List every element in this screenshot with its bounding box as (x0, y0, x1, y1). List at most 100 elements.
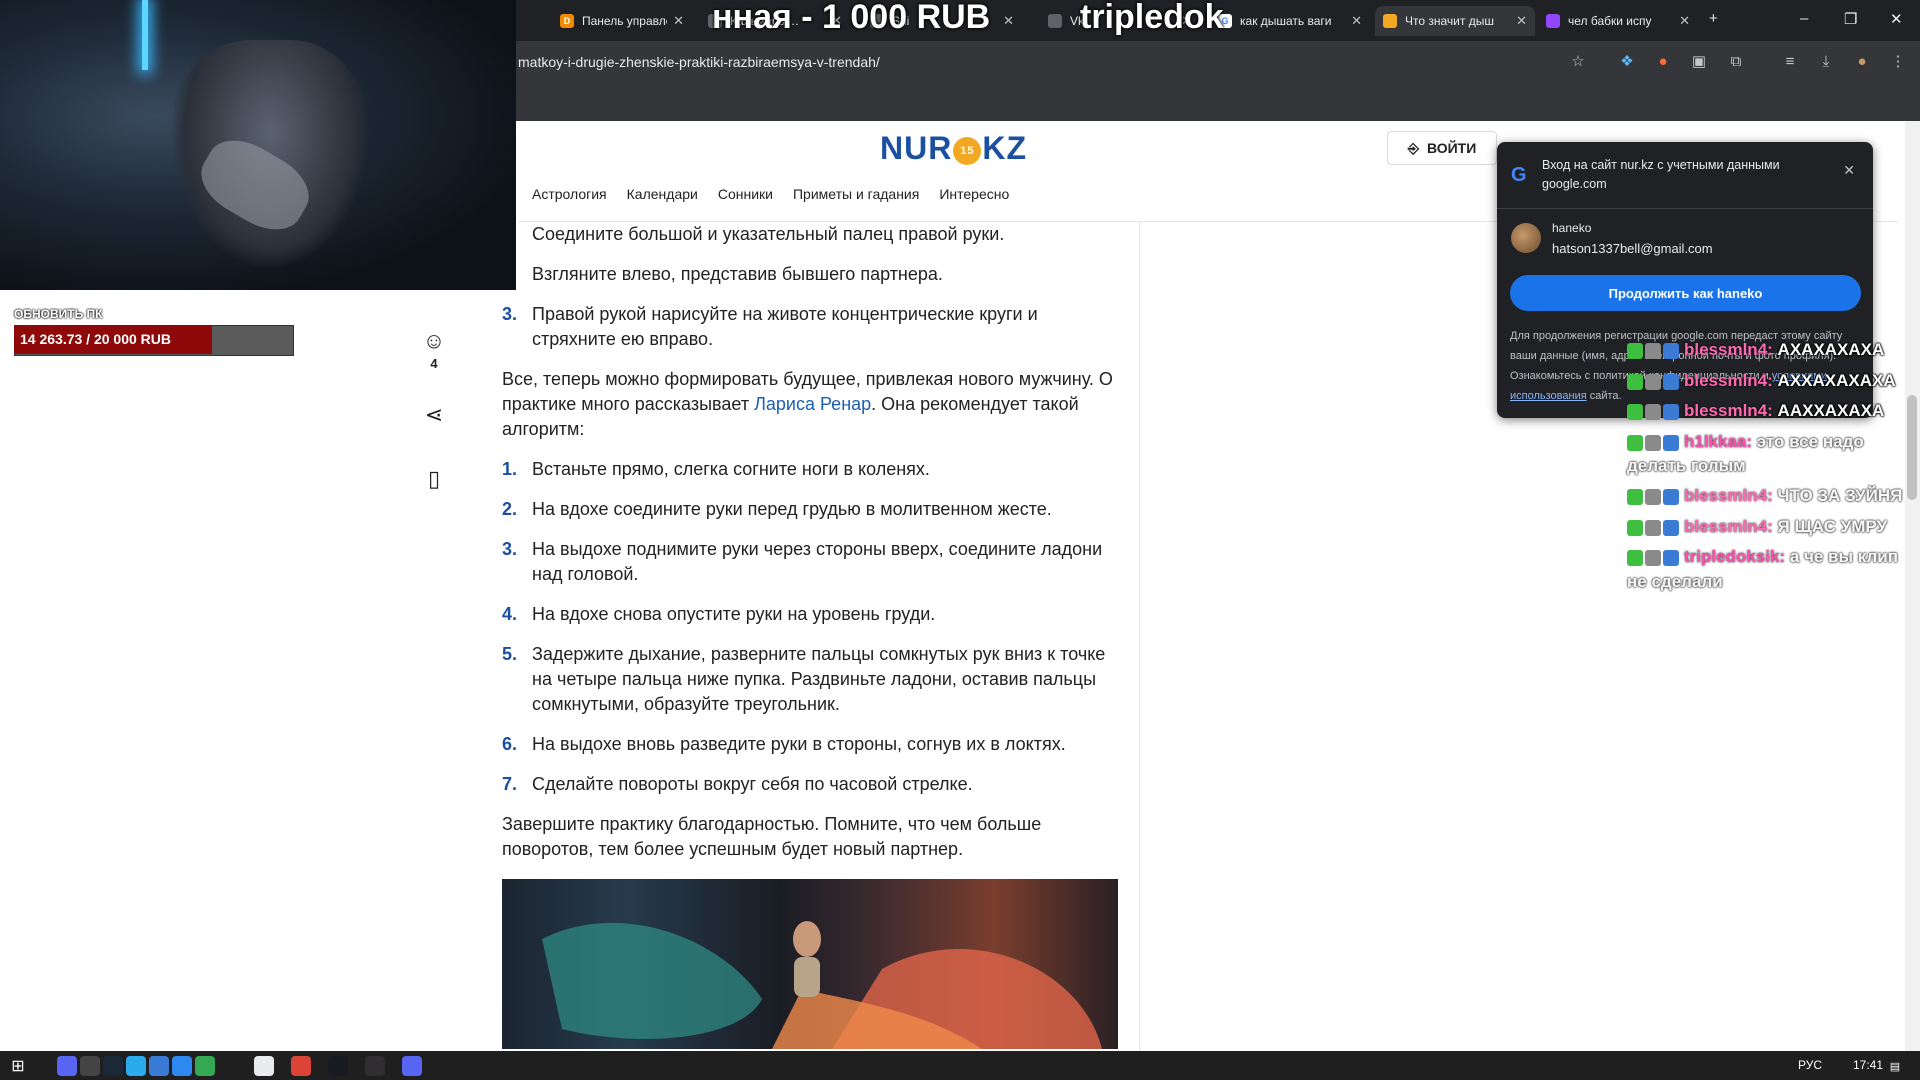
chat-message: blessmln4: Я ЩАС УМРУ (1627, 515, 1920, 540)
share-icon[interactable]: ⋖ (422, 402, 446, 428)
chat-username[interactable]: blessmln4: (1684, 486, 1773, 505)
dancer-illustration (542, 921, 1102, 1049)
close-window-icon[interactable]: ✕ (1890, 10, 1903, 28)
step-text: Сделайте повороты вокруг себя по часовой… (532, 774, 973, 794)
tab-close-icon[interactable]: ✕ (1516, 13, 1527, 29)
badge-icon (1627, 489, 1643, 506)
badge-icon (1627, 373, 1643, 390)
nav-item[interactable]: Приметы и гадания (793, 186, 919, 202)
nav-item[interactable]: Интересно (939, 186, 1009, 202)
nav-item[interactable]: Сонники (718, 186, 773, 202)
emoji-reaction-icon[interactable]: ☺ (422, 328, 446, 354)
step-item: 3. На выдохе поднимите руки через стороны… (502, 537, 1116, 587)
stream-chat: blessmln4: АХАХАХАХА blessmln4: АХХАХАХАХ… (1627, 338, 1920, 600)
site-logo[interactable]: NUR 15 KZ (880, 130, 1027, 167)
list-text: Правой рукой нарисуйте на животе концент… (532, 304, 1038, 349)
chrome-icon[interactable] (195, 1056, 215, 1076)
address-bar[interactable]: matkoy-i-drugie-zhenskie-praktiki-razbir… (518, 54, 880, 70)
extension-1-icon[interactable]: ❖ (1618, 53, 1636, 71)
column-divider (1139, 222, 1140, 1052)
language-indicator[interactable]: РУС (1798, 1058, 1822, 1072)
puzzle-icon[interactable]: ⧉ (1727, 53, 1745, 71)
chat-username[interactable]: tripledoksik: (1684, 547, 1785, 566)
browser-tab[interactable]: чел бабки испу ✕ (1538, 6, 1698, 36)
chat-username[interactable]: blessmln4: (1684, 340, 1773, 359)
bookmark-icon[interactable]: ▯ (422, 466, 446, 492)
close-icon[interactable]: ✕ (1843, 162, 1855, 179)
reaction-count: 4 (430, 356, 438, 371)
download-icon[interactable]: ⤓ (1817, 53, 1835, 71)
discord-active-icon[interactable] (402, 1056, 422, 1076)
alert-overlay-name: tripledok (1080, 0, 1224, 36)
author-link[interactable]: Лариса Ренар (754, 394, 871, 414)
step-item: 4. На вдохе снова опустите руки на уровен… (502, 602, 1116, 627)
user-avatar (1511, 223, 1541, 253)
tab-title: как дышать ваги (1240, 14, 1332, 28)
minimize-icon[interactable]: – (1800, 10, 1808, 27)
step-number: 4. (502, 604, 518, 624)
tab-close-icon[interactable]: ✕ (1351, 13, 1362, 29)
chat-badges (1627, 515, 1681, 539)
star-icon[interactable]: ☆ (1569, 53, 1587, 71)
steam-icon[interactable] (103, 1056, 123, 1076)
nav-item[interactable]: Календари (627, 186, 698, 202)
step-number: 6. (502, 734, 518, 754)
media-icon[interactable]: ≡ (1781, 53, 1799, 71)
menu-icon[interactable]: ⋮ (1889, 53, 1907, 71)
continue-button[interactable]: Продолжить как haneko (1510, 275, 1861, 311)
browser-tab[interactable]: D Панель управле ✕ (552, 6, 692, 36)
extension-2-icon[interactable]: ● (1654, 53, 1672, 71)
clock[interactable]: 17:41 (1853, 1058, 1883, 1072)
app-icon[interactable] (80, 1056, 100, 1076)
telegram-icon[interactable] (126, 1056, 146, 1076)
steps-list: 1. Встаньте прямо, слегка согните ноги в … (502, 457, 1116, 797)
monitor-icon[interactable] (172, 1056, 192, 1076)
nav-item[interactable]: Астрология (532, 186, 607, 202)
notes-icon[interactable] (149, 1056, 169, 1076)
tab-title: Панель управле (582, 14, 668, 28)
user-email: hatson1337bell@gmail.com (1552, 241, 1713, 256)
chat-username[interactable]: blessmln4: (1684, 401, 1773, 420)
browser-tab[interactable]: Gкак дышать ваги ✕ (1210, 6, 1370, 36)
notifications-icon[interactable]: ▤ (1885, 1056, 1905, 1076)
donation-goal-label: ОБНОВИТЬ ПК (14, 307, 103, 321)
chat-message: blessmln4: ААХХАХАХА (1627, 399, 1920, 424)
chat-username[interactable]: blessmln4: (1684, 517, 1773, 536)
step-text: На вдохе снова опустите руки на уровень … (532, 604, 936, 624)
tab-title: чел бабки испу (1568, 14, 1652, 28)
new-tab-icon[interactable]: + (1709, 10, 1718, 27)
extension-3-icon[interactable]: ▣ (1690, 53, 1708, 71)
chat-message: blessmln4: АХАХАХАХА (1627, 338, 1920, 363)
login-button[interactable]: ⎆ ВОЙТИ (1387, 131, 1497, 165)
obs-icon[interactable] (365, 1056, 385, 1076)
explorer-icon[interactable] (254, 1056, 274, 1076)
step-text: На вдохе соедините руки перед грудью в м… (532, 499, 1052, 519)
chat-username[interactable]: blessmln4: (1684, 371, 1773, 390)
step-item: 6. На выдохе вновь разведите руки в сторо… (502, 732, 1116, 757)
step-number: 7. (502, 774, 518, 794)
badge-icon (1645, 489, 1661, 506)
maximize-icon[interactable]: ❐ (1844, 10, 1857, 28)
discord-icon[interactable] (57, 1056, 77, 1076)
chat-message: h1lkkaa: это все надо делать голым (1627, 430, 1920, 479)
chat-text: АХАХАХАХА (1777, 340, 1885, 359)
browser-tab[interactable]: Что значит дыш ✕ (1375, 6, 1535, 36)
step-item: 7. Сделайте повороты вокруг себя по часов… (502, 772, 1116, 797)
tab-favicon-icon (1546, 14, 1560, 28)
tab-close-icon[interactable]: ✕ (673, 13, 684, 29)
steam-active-icon[interactable] (328, 1056, 348, 1076)
fine-end: сайта. (1586, 390, 1622, 402)
user-name: haneko (1552, 221, 1592, 235)
paragraph: Все, теперь можно формировать будущее, п… (502, 367, 1116, 442)
windows-start-icon[interactable]: ⊞ (8, 1056, 28, 1076)
badge-icon (1627, 404, 1643, 421)
site-nav: Астрология Календари Сонники Приметы и гада… (532, 186, 1009, 202)
avatar-icon[interactable]: ● (1853, 53, 1871, 71)
list-number: 3. (502, 304, 518, 324)
chrome-active-icon[interactable] (291, 1056, 311, 1076)
badge-icon (1663, 519, 1679, 536)
chat-username[interactable]: h1lkkaa: (1684, 432, 1752, 451)
tab-close-icon[interactable]: ✕ (1679, 13, 1690, 29)
chat-badges (1627, 430, 1681, 454)
tab-close-icon[interactable]: ✕ (1003, 13, 1014, 29)
